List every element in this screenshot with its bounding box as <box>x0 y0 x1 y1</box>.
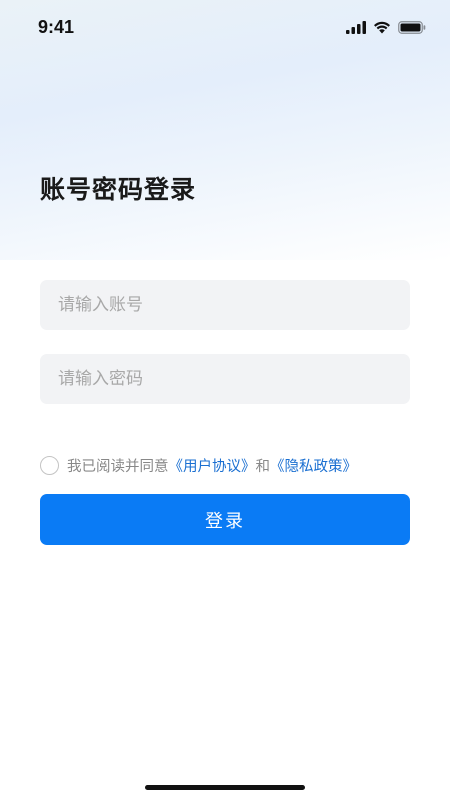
password-input[interactable] <box>58 354 410 404</box>
status-time: 9:41 <box>38 16 75 37</box>
agreement-row: 我已阅读并同意 《用户协议》 和 《隐私政策》 <box>40 455 357 476</box>
privacy-policy-link[interactable]: 《隐私政策》 <box>270 455 357 476</box>
agreement-and: 和 <box>255 459 271 475</box>
agreement-radio[interactable] <box>40 456 59 475</box>
wifi-icon <box>374 21 390 33</box>
signal-icon <box>346 20 366 34</box>
status-bar: 9:41 <box>0 0 450 54</box>
page-title: 账号密码登录 <box>40 175 197 204</box>
account-input[interactable] <box>58 280 410 330</box>
home-indicator <box>145 785 305 790</box>
status-icons <box>346 20 426 34</box>
user-agreement-link[interactable]: 《用户协议》 <box>169 455 256 476</box>
password-field-container <box>40 354 410 404</box>
battery-icon <box>398 20 426 34</box>
login-button[interactable]: 登录 <box>40 494 410 545</box>
agreement-prefix: 我已阅读并同意 <box>67 459 169 475</box>
account-field-container <box>40 280 410 330</box>
